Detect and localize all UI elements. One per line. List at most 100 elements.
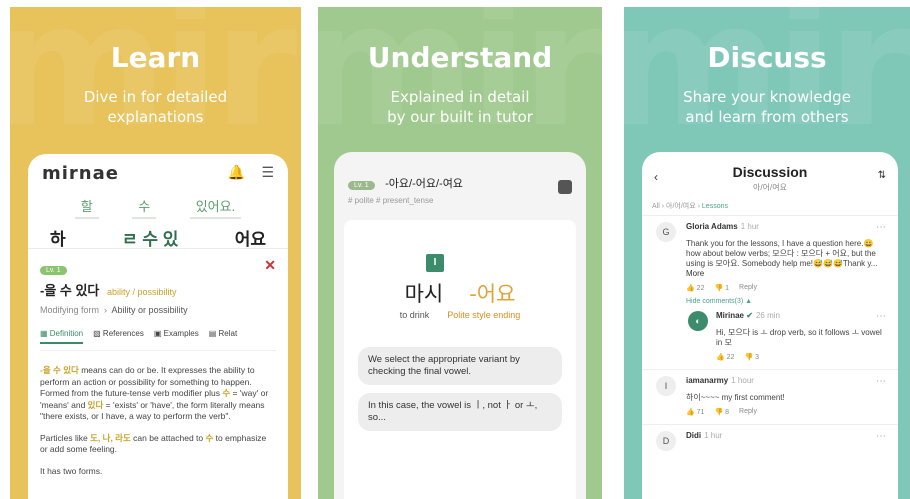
grammar-form: -을 수 있다 [40, 283, 100, 298]
breadcrumb: All › 아/어/여요 › Lessons [642, 193, 898, 216]
reply-button[interactable]: Reply [739, 284, 757, 292]
definition-paragraph: -을 수 있다 means can do or be. It expresses… [40, 365, 276, 423]
more-options-icon[interactable]: ⋯ [876, 311, 886, 322]
dislike-count: 8 [725, 409, 730, 416]
tutor-bubble: We select the appropriate variant by che… [358, 347, 562, 385]
panel-discuss: mirae Discuss Share your knowledge and l… [624, 7, 910, 499]
breadcrumb-lessons[interactable]: Lessons [702, 203, 728, 210]
bell-icon[interactable]: 🔔 [228, 164, 245, 180]
panel-subtitle: Explained in detail by our built in tuto… [387, 88, 533, 126]
discussion-title: Discussion [732, 164, 808, 180]
dislike-button[interactable]: 👎 8 [714, 408, 729, 416]
app-header: mirnae 🔔 ☰ [28, 154, 288, 192]
comment-body: Hi, 모으다 is ㅗ drop verb, so it follows ㅗ … [716, 328, 882, 347]
panel-title: Understand [367, 41, 553, 74]
definition-paragraph: Particles like 도, 나, 라도 can be attached … [40, 433, 276, 456]
comment-actions: 👍 22 👎 3 [716, 353, 888, 361]
definition-text: -을 수 있다 means can do or be. It expresses… [40, 365, 276, 477]
app-logo: mirnae [42, 162, 119, 184]
morpheme-token[interactable]: ㄹ 수 있 [122, 225, 178, 250]
comment: I iamanarmy 1 hour ⋯ 하이~~~~ my first comm… [642, 370, 898, 416]
author-name: Mirinae [716, 311, 745, 320]
comment-body: Thank you for the lessons, I have a ques… [686, 239, 878, 268]
tab-label: Examples [163, 329, 199, 338]
comment-author: Mirinae ✔ 26 min [716, 311, 888, 320]
korean-term: 수 [222, 388, 231, 398]
sentence-word-row: 할 수 있어요. [28, 196, 288, 219]
sentence-morpheme-row: 하 ㄹ 수 있 어요 [28, 225, 288, 250]
background-watermark: mirae [624, 7, 910, 165]
comment: D Didi 1 hur ⋯ [642, 425, 898, 451]
tab-examples[interactable]: ▣ Examples [154, 329, 199, 344]
avatar: I [656, 376, 676, 396]
discussion-subtitle: 아/어/여요 [753, 183, 787, 192]
dislike-count: 3 [755, 354, 760, 361]
word-token[interactable]: 할 [74, 196, 99, 219]
form-value: Ability or possibility [111, 305, 188, 315]
book-icon[interactable] [558, 180, 572, 194]
more-options-icon[interactable]: ⋯ [876, 431, 886, 442]
korean-term: 도, 나, 라도 [90, 432, 131, 443]
tab-bar: ▦ Definition ▧ References ▣ Examples ▤ R… [40, 329, 276, 351]
close-icon[interactable]: ✕ [264, 257, 276, 274]
lesson-header: Lv. 1 -아요/-어요/-여요 # polite # present_ten… [334, 152, 586, 211]
reply-button[interactable]: Reply [739, 408, 757, 416]
breadcrumb-all[interactable]: All [652, 203, 660, 210]
tab-label: Definition [49, 329, 84, 338]
panel-understand: mirae Understand Explained in detail by … [318, 7, 602, 499]
dislike-button[interactable]: 👎 1 [714, 284, 729, 292]
author-name: Didi [686, 431, 702, 440]
verb-stem: 마시 [404, 282, 444, 306]
more-options-icon[interactable]: ⋯ [876, 376, 886, 387]
back-icon[interactable]: ‹ [654, 170, 658, 184]
discussion-header: ‹ Discussion 아/어/여요 ⇅ [642, 152, 898, 193]
panel-title: Learn [110, 41, 201, 74]
like-button[interactable]: 👍 22 [716, 353, 734, 361]
tab-label: References [102, 329, 144, 338]
text-run: can be attached to [130, 432, 206, 443]
comment-text: Thank you for the lessons, I have a ques… [686, 239, 888, 279]
verb-labels: to drink Polite style ending [344, 310, 576, 320]
dislike-button[interactable]: 👎 3 [744, 353, 759, 361]
background-watermark: mirnae [10, 7, 301, 165]
author-name: iamanarmy [686, 376, 729, 385]
breadcrumb-grammar[interactable]: 아/어/여요 [666, 203, 696, 210]
panel-subtitle: Share your knowledge and learn from othe… [683, 88, 851, 126]
grammar-card: Lv. 1 ✕ -을 수 있다 ability / possibility Mo… [28, 248, 288, 499]
level-badge: Lv. 1 [348, 181, 375, 190]
verb-stem-label: to drink [399, 310, 430, 320]
tab-definition[interactable]: ▦ Definition [40, 329, 84, 344]
tab-label: Relat [218, 329, 238, 338]
word-token[interactable]: 있어요. [189, 196, 242, 219]
settings-sliders-icon[interactable]: ☰ [261, 164, 274, 180]
like-count: 71 [696, 409, 705, 416]
tab-references[interactable]: ▧ References [93, 329, 144, 344]
more-options-icon[interactable]: ⋯ [876, 222, 886, 233]
toggle-label: Hide comments(3) [686, 298, 744, 305]
like-button[interactable]: 👍 71 [686, 408, 704, 416]
word-token[interactable]: 수 [132, 196, 157, 219]
morpheme-token[interactable]: 어요 [235, 225, 266, 250]
text-run: Particles like [40, 432, 91, 443]
comment-actions: 👍 22 👎 1 Reply [686, 284, 888, 292]
comment-time: 1 hour [731, 376, 754, 385]
vowel-marker: I [426, 254, 444, 272]
like-button[interactable]: 👍 22 [686, 284, 704, 292]
panel-learn: mirnae Learn Dive in for detailed explan… [10, 7, 301, 499]
more-link[interactable]: More [686, 269, 704, 278]
form-label: Modifying form [40, 305, 100, 315]
comment-author: iamanarmy 1 hour [686, 376, 888, 385]
comment-author: Gloria Adams 1 hur [686, 222, 888, 231]
grammar-tag: ability / possibility [107, 287, 177, 297]
level-badge: Lv. 1 [40, 266, 67, 275]
korean-term: -을 수 있다 [40, 365, 79, 375]
like-count: 22 [726, 354, 735, 361]
tab-related[interactable]: ▤ Relat [209, 329, 237, 344]
phone-screen: Lv. 1 -아요/-어요/-여요 # polite # present_ten… [334, 152, 586, 499]
morpheme-token[interactable]: 하 [50, 225, 66, 250]
hide-comments-toggle[interactable]: Hide comments(3) ▲ [686, 298, 888, 305]
sort-icon[interactable]: ⇅ [878, 170, 886, 181]
avatar: G [656, 222, 676, 242]
verified-icon: ✔ [746, 311, 753, 320]
reply-comment: ◐ Mirinae ✔ 26 min ⋯ Hi, 모으다 is ㅗ drop ve… [686, 311, 888, 361]
